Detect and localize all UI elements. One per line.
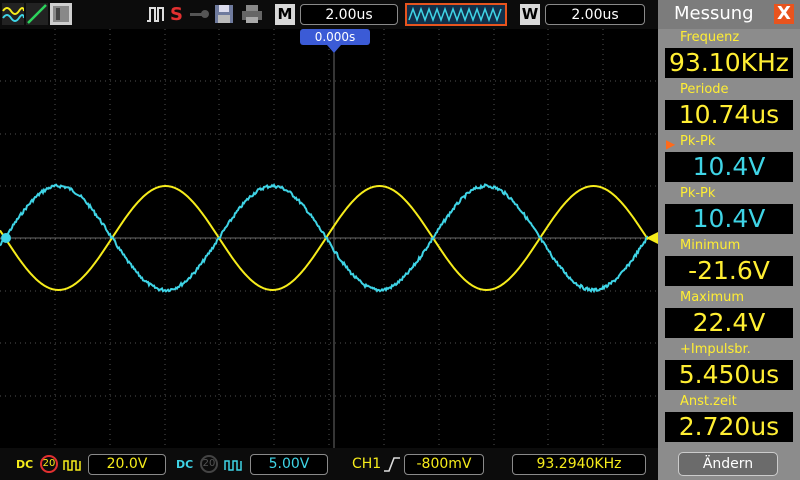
frequency-counter: 93.2940KHz [512, 454, 646, 475]
main-timebase-m-button[interactable]: M [275, 4, 295, 25]
bottom-status-bar: DC 20 20.0V DC 20 5.00V CH1 -800mV 93.29… [0, 448, 658, 480]
measurement-value: 22.4V [665, 308, 793, 338]
run-stop-pulse-icon[interactable] [146, 3, 166, 25]
panel-title: Messung [674, 3, 754, 24]
measurement-value: -21.6V [665, 256, 793, 286]
measurement-label[interactable]: Maximum [680, 290, 744, 305]
ch2-ground-marker [1, 233, 11, 243]
zoom-window-preview[interactable] [405, 3, 507, 26]
ch1-bw-limit-label: 20 [42, 458, 56, 469]
save-disk-icon[interactable] [213, 3, 235, 25]
ch2-bw-limit-icon[interactable]: 20 [200, 455, 218, 473]
trigger-level-marker [646, 232, 658, 244]
measurement-value: 10.4V [665, 204, 793, 234]
measurement-label[interactable]: Pk-Pk [680, 134, 715, 149]
change-button[interactable]: Ändern [678, 452, 778, 476]
trigger-position-label: 0.000s [300, 29, 370, 45]
measurement-value: 10.4V [665, 152, 793, 182]
main-timebase-value[interactable]: 2.00us [300, 4, 398, 25]
window-timebase-value[interactable]: 2.00us [545, 4, 645, 25]
ch1-vertical-scale[interactable]: 20.0V [88, 454, 166, 475]
graticule [0, 29, 658, 448]
ch1-bw-limit-icon[interactable]: 20 [40, 455, 58, 473]
ch2-coupling-dc[interactable]: DC [176, 458, 193, 471]
trigger-rising-edge-icon[interactable] [383, 455, 401, 477]
ch1-invert-icon [63, 457, 83, 476]
key-icon [188, 3, 210, 25]
ch1-coupling-dc[interactable]: DC [16, 458, 33, 471]
waveform-mode-icon[interactable] [2, 3, 25, 25]
print-icon[interactable] [240, 3, 264, 25]
single-trigger-s-label[interactable]: S [170, 4, 183, 25]
measurement-value: 10.74us [665, 100, 793, 130]
measurement-label[interactable]: Anst.zeit [680, 394, 737, 409]
measurement-label[interactable]: Minimum [680, 238, 740, 253]
ch2-vertical-scale[interactable]: 5.00V [250, 454, 328, 475]
waveform-display[interactable]: 0.000s [0, 29, 658, 448]
measurement-label[interactable]: Frequenz [680, 30, 739, 45]
measurement-value: 2.720us [665, 412, 793, 442]
close-icon[interactable]: X [774, 4, 794, 24]
selected-indicator-icon: ▶ [666, 137, 676, 151]
ch2-invert-icon [224, 457, 244, 476]
grid-display-icon[interactable] [50, 3, 72, 25]
window-timebase-w-button[interactable]: W [520, 4, 540, 25]
panel-title-bar: Messung X [658, 0, 800, 29]
trigger-source-label[interactable]: CH1 [352, 456, 381, 472]
measurement-value: 93.10KHz [665, 48, 793, 78]
trigger-level-value[interactable]: -800mV [404, 454, 484, 475]
measurement-value: 5.450us [665, 360, 793, 390]
slope-mode-icon[interactable] [26, 3, 48, 25]
top-toolbar: S M 2.00us W 2.00us [0, 0, 658, 29]
measurement-panel: Messung X Frequenz 93.10KHz Periode 10.74us… [658, 0, 800, 480]
measurement-label[interactable]: Pk-Pk [680, 186, 715, 201]
ch2-bw-limit-label: 20 [202, 458, 216, 469]
measurement-label[interactable]: Periode [680, 82, 729, 97]
measurement-label[interactable]: +Impulsbr. [680, 342, 751, 357]
